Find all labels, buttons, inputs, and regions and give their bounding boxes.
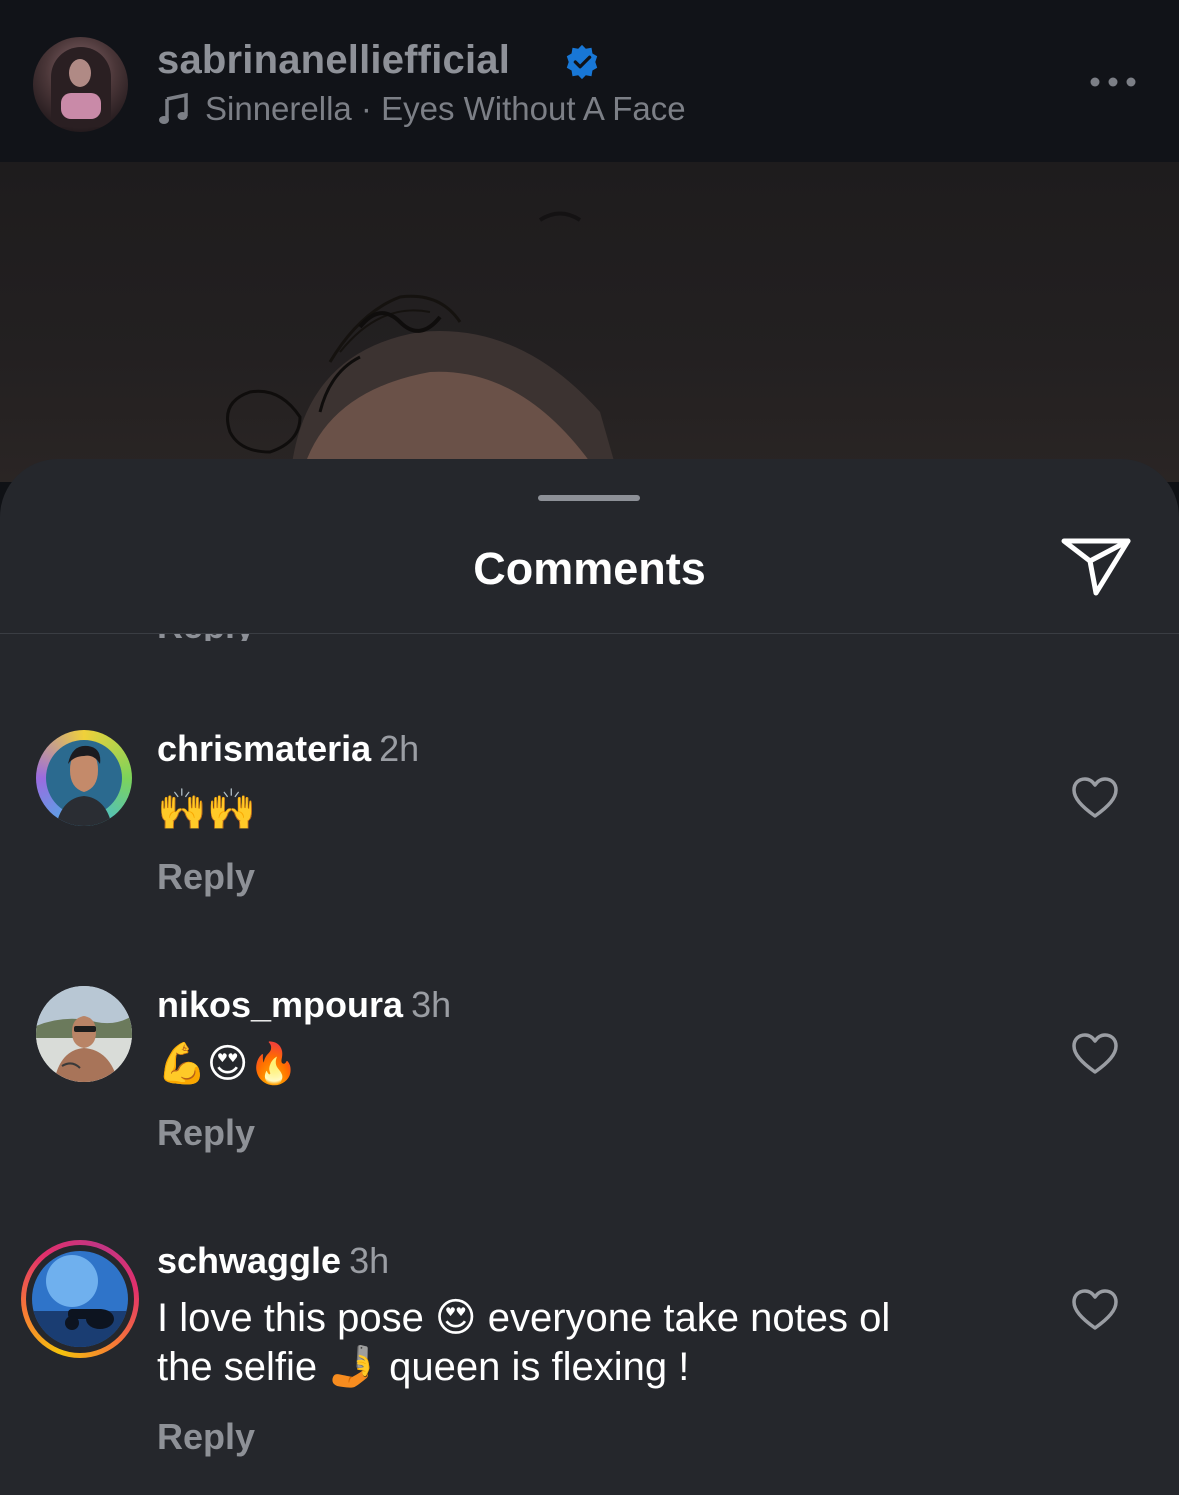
- heart-icon[interactable]: [1071, 776, 1119, 820]
- comment-time: 3h: [349, 1240, 390, 1281]
- music-note-icon: [159, 92, 188, 124]
- comment-text-line-2: the selfie 🤳 queen is flexing !: [157, 1345, 690, 1389]
- raised-hands-emoji: 🙌🙌: [157, 788, 257, 832]
- comment-text-line-1: I love this pose 😍 everyone take notes o…: [157, 1296, 891, 1340]
- more-options-icon[interactable]: [1088, 72, 1138, 92]
- commenter-username[interactable]: chrismateria 2h: [157, 728, 419, 770]
- photo-content: [226, 211, 620, 482]
- commenter-avatar[interactable]: [36, 730, 132, 826]
- commenter-avatar[interactable]: [36, 986, 132, 1082]
- comment-text: 🙌🙌: [157, 786, 997, 835]
- comment-time: 3h: [411, 984, 452, 1025]
- sheet-divider: [0, 633, 1179, 634]
- comment-text: 💪😍🔥: [157, 1040, 997, 1089]
- post-username[interactable]: sabrinanelliefficial: [157, 38, 510, 83]
- verified-badge-icon: [566, 44, 598, 80]
- reply-button[interactable]: Reply: [157, 1416, 255, 1458]
- comment-text: I love this pose 😍 everyone take notes o…: [157, 1294, 997, 1392]
- reply-button[interactable]: Reply: [157, 856, 255, 898]
- username-text[interactable]: chrismateria: [157, 728, 371, 769]
- heart-icon[interactable]: [1071, 1032, 1119, 1076]
- post-photo: [0, 162, 1179, 482]
- send-icon[interactable]: [1060, 535, 1132, 597]
- sheet-title: Comments: [473, 543, 706, 594]
- username-text[interactable]: nikos_mpoura: [157, 984, 403, 1025]
- post-track[interactable]: Sinnerella · Eyes Without A Face: [205, 90, 686, 128]
- post-header: sabrinanelliefficial Sinnerella · Eyes W…: [0, 0, 1179, 162]
- commenter-username[interactable]: schwaggle 3h: [157, 1240, 389, 1282]
- username-text[interactable]: schwaggle: [157, 1240, 341, 1281]
- commenter-username[interactable]: nikos_mpoura 3h: [157, 984, 451, 1026]
- post-author-avatar[interactable]: [33, 37, 128, 132]
- commenter-avatar-story-ring[interactable]: [21, 1240, 139, 1358]
- drag-handle[interactable]: [538, 495, 640, 501]
- cut-off-reply: Reply: [157, 605, 256, 641]
- comment-emojis: 💪😍🔥: [157, 1042, 299, 1086]
- comment-time: 2h: [379, 728, 420, 769]
- reply-button[interactable]: Reply: [157, 1112, 255, 1154]
- heart-icon[interactable]: [1071, 1288, 1119, 1332]
